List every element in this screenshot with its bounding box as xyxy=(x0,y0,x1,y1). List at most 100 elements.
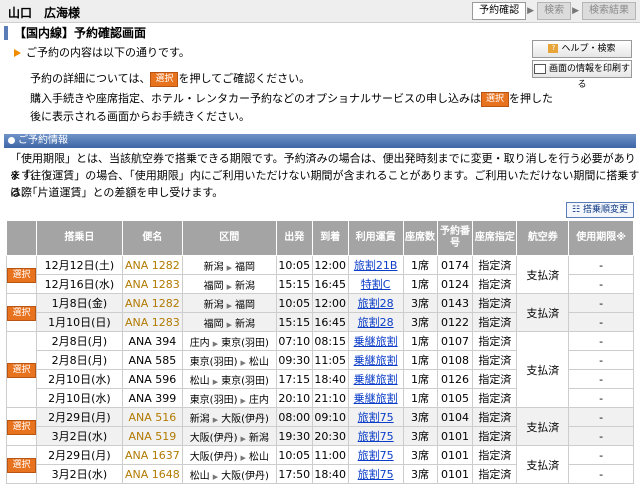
flight-number: ANA 399 xyxy=(128,391,177,405)
fare-link[interactable]: 乗継旅割 xyxy=(354,335,398,348)
expiry-cell: - xyxy=(568,426,634,446)
route-arrow-icon: ▶ xyxy=(226,263,232,272)
route-arrow-icon: ▶ xyxy=(240,453,246,462)
flight-cell: ANA 519 xyxy=(121,426,183,446)
flight-cell: ANA 596 xyxy=(121,369,183,389)
route-to: 東京(羽田) xyxy=(221,337,269,349)
route-cell: 松山 ▶ 東京(羽田) xyxy=(181,369,277,389)
route-from: 東京(羽田) xyxy=(189,356,238,368)
date-cell: 2月29日(月) xyxy=(35,445,123,465)
fare-link[interactable]: 旅割75 xyxy=(358,430,394,443)
route-arrow-icon: ▶ xyxy=(226,301,232,310)
expiry-cell: - xyxy=(568,445,634,465)
flight-cell: ANA 1283 xyxy=(121,274,183,294)
seat-assign-cell: 指定済 xyxy=(472,255,518,275)
select-button-inline: 選択 xyxy=(150,71,179,87)
fare-link[interactable]: 旅割21B xyxy=(354,259,398,272)
arrow-right-icon xyxy=(14,49,21,57)
expiry-cell: - xyxy=(568,312,634,332)
route-arrow-icon: ▶ xyxy=(240,434,246,443)
th-seat-assign: 座席指定 xyxy=(472,220,518,256)
th-number: 予約番号 xyxy=(436,220,474,256)
route-cell: 福岡 ▶ 新潟 xyxy=(181,312,277,332)
flight-number: ANA 519 xyxy=(128,429,177,443)
print-button[interactable]: 画面の情報を印刷する xyxy=(532,60,632,90)
select-button[interactable]: 選択 xyxy=(7,267,36,283)
instruction-line-1: 予約の詳細については、 選択 を押してご確認ください。 xyxy=(30,70,310,88)
fare-cell: 乗継旅割 xyxy=(347,369,404,389)
boarding-order-change-button[interactable]: ☷ 搭乗順変更 xyxy=(566,202,634,218)
route-cell: 東京(羽田) ▶ 松山 xyxy=(181,350,277,370)
flight-number: ANA 1282 xyxy=(124,258,180,272)
flight-cell: ANA 516 xyxy=(121,407,183,427)
section-title: ご予約情報 xyxy=(18,135,68,146)
dep-cell: 10:05 xyxy=(275,255,313,275)
step-reservation-confirm[interactable]: 予約確認 xyxy=(472,2,527,20)
flight-cell: ANA 394 xyxy=(121,331,183,351)
fare-link[interactable]: 旅割75 xyxy=(358,411,394,424)
step-arrow-icon: ▶ xyxy=(572,6,579,16)
list-icon: ☷ xyxy=(572,205,581,215)
help-label: ヘルプ・検索 xyxy=(561,44,616,54)
select-button[interactable]: 選択 xyxy=(7,457,36,473)
help-search-button[interactable]: ? ヘルプ・検索 xyxy=(532,40,632,58)
arr-cell: 16:45 xyxy=(311,274,349,294)
fare-link[interactable]: 乗継旅割 xyxy=(354,373,398,386)
dep-cell: 19:30 xyxy=(275,426,313,446)
flight-number: ANA 1648 xyxy=(124,467,180,481)
expiry-cell: - xyxy=(568,464,634,484)
table-row: 選択 12月12日(土) ANA 1282 新潟 ▶ 福岡 10:05 12:00 旅割21B 1… xyxy=(6,255,634,294)
flight-cell: ANA 399 xyxy=(121,388,183,408)
step-search-results[interactable]: 検索結果 xyxy=(582,2,636,20)
route-to: 松山 xyxy=(248,451,269,463)
route-from: 大阪(伊丹) xyxy=(189,451,238,463)
route-arrow-icon: ▶ xyxy=(212,472,219,481)
route-to: 新潟 xyxy=(248,432,269,444)
fare-link[interactable]: 旅割28 xyxy=(358,316,394,329)
route-from: 新潟 xyxy=(203,261,224,273)
fare-link[interactable]: 乗継旅割 xyxy=(354,354,398,367)
reservation-number-cell: 0101 xyxy=(436,464,474,484)
fare-link[interactable]: 旅割75 xyxy=(358,449,394,462)
route-arrow-icon: ▶ xyxy=(212,415,219,424)
select-button[interactable]: 選択 xyxy=(7,305,36,321)
date-cell: 2月8日(月) xyxy=(35,350,123,370)
reservation-number-cell: 0143 xyxy=(436,293,474,313)
flight-number: ANA 596 xyxy=(128,372,177,386)
th-flight: 便名 xyxy=(121,220,183,256)
reservation-number-cell: 0101 xyxy=(436,426,474,446)
expiry-cell: - xyxy=(568,293,634,313)
instruction-text: 予約の詳細については、 xyxy=(30,72,151,85)
select-button[interactable]: 選択 xyxy=(7,362,36,378)
route-from: 東京(羽田) xyxy=(189,394,238,406)
arr-cell: 21:10 xyxy=(311,388,349,408)
dep-cell: 10:05 xyxy=(275,445,313,465)
seats-cell: 3席 xyxy=(402,464,438,484)
dep-cell: 09:30 xyxy=(275,350,313,370)
arr-cell: 18:40 xyxy=(311,369,349,389)
flight-cell: ANA 1282 xyxy=(121,255,183,275)
arr-cell: 11:00 xyxy=(311,445,349,465)
arr-cell: 08:15 xyxy=(311,331,349,351)
expiry-cell: - xyxy=(568,255,634,275)
print-label: 画面の情報を印刷する xyxy=(548,64,630,90)
route-from: 新潟 xyxy=(189,413,210,425)
fare-cell: 旅割28 xyxy=(347,293,404,313)
fare-link[interactable]: 旅割75 xyxy=(358,468,394,481)
expiry-cell: - xyxy=(568,388,634,408)
select-button[interactable]: 選択 xyxy=(7,419,36,435)
route-to: 松山 xyxy=(248,356,269,368)
fare-link[interactable]: 乗継旅割 xyxy=(354,392,398,405)
seats-cell: 3席 xyxy=(402,312,438,332)
step-search[interactable]: 検索 xyxy=(537,2,572,20)
fare-link[interactable]: 旅割28 xyxy=(358,297,394,310)
reservation-number-cell: 0124 xyxy=(436,274,474,294)
fare-cell: 乗継旅割 xyxy=(347,350,404,370)
route-arrow-icon: ▶ xyxy=(226,282,232,291)
route-cell: 庄内 ▶ 東京(羽田) xyxy=(181,331,277,351)
route-cell: 松山 ▶ 大阪(伊丹) xyxy=(181,464,277,484)
expiry-cell: - xyxy=(568,274,634,294)
reservation-number-cell: 0105 xyxy=(436,388,474,408)
route-arrow-icon: ▶ xyxy=(240,396,246,405)
fare-link[interactable]: 特割C xyxy=(361,278,391,291)
